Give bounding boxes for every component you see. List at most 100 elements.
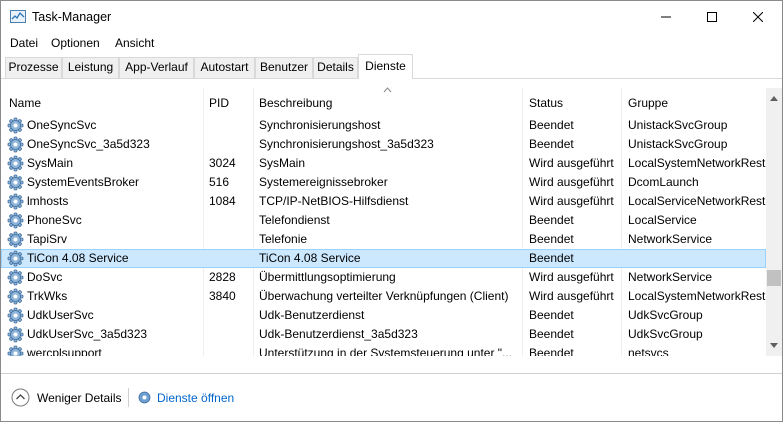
service-gear-icon xyxy=(7,250,24,267)
service-description: TiCon 4.08 Service xyxy=(259,251,361,265)
service-row[interactable]: UdkUserSvc Udk-Benutzerdienst Beendet UdkSv… xyxy=(1,306,766,325)
column-header-group[interactable]: Gruppe xyxy=(628,96,668,110)
service-pid: 3024 xyxy=(209,156,236,170)
footer-divider xyxy=(128,388,129,407)
column-header-name[interactable]: Name xyxy=(9,96,41,110)
title-bar[interactable]: Task-Manager xyxy=(1,1,782,32)
service-row[interactable]: DoSvc 2828 Übermittlungsoptimierung Wird au… xyxy=(1,268,766,287)
service-description: Telefonie xyxy=(259,232,308,246)
service-name: TrkWks xyxy=(27,289,68,303)
service-description: SysMain xyxy=(259,156,306,170)
tab-bar: Prozesse Leistung App-Verlauf Autostart … xyxy=(1,54,782,79)
service-group: UdkSvcGroup xyxy=(628,327,703,341)
service-row[interactable]: OneSyncSvc_3a5d323 Synchronisierungshost_… xyxy=(1,135,766,154)
service-group: LocalService xyxy=(628,213,697,227)
service-name: TiCon 4.08 Service xyxy=(27,251,129,265)
service-status: Beendet xyxy=(529,137,574,151)
service-group: LocalServiceNetworkRestri xyxy=(628,194,766,208)
scroll-down-icon[interactable] xyxy=(770,343,778,349)
service-description: Synchronisierungshost_3a5d323 xyxy=(259,137,434,151)
service-description: Unterstützung in der Systemsteuerung unt… xyxy=(259,346,513,356)
service-status: Beendet xyxy=(529,251,574,265)
vertical-scrollbar[interactable] xyxy=(766,88,782,356)
service-pid: 3840 xyxy=(209,289,236,303)
service-description: Überwachung verteilter Verknüpfungen (Cl… xyxy=(259,289,509,303)
maximize-button[interactable] xyxy=(689,1,735,32)
service-group: DcomLaunch xyxy=(628,175,699,189)
service-pid: 2828 xyxy=(209,270,236,284)
service-row[interactable]: SystemEventsBroker 516 Systemereignissebro… xyxy=(1,173,766,192)
fewer-details-link[interactable]: Weniger Details xyxy=(37,391,121,405)
service-name: OneSyncSvc_3a5d323 xyxy=(27,137,150,151)
minimize-icon xyxy=(661,16,671,17)
service-gear-icon xyxy=(7,231,24,248)
service-row[interactable]: lmhosts 1084 TCP/IP-NetBIOS-Hilfsdienst Wir… xyxy=(1,192,766,211)
close-button[interactable] xyxy=(735,1,781,32)
menu-optionen[interactable]: Optionen xyxy=(51,36,100,50)
close-icon xyxy=(753,11,763,22)
service-row[interactable]: TapiSrv Telefonie Beendet NetworkService xyxy=(1,230,766,249)
service-group: LocalSystemNetworkRestri xyxy=(628,156,766,170)
services-gear-icon xyxy=(138,391,151,404)
service-name: PhoneSvc xyxy=(27,213,82,227)
menu-bar: Datei Optionen Ansicht xyxy=(1,32,782,54)
tab-benutzer[interactable]: Benutzer xyxy=(255,57,313,78)
service-gear-icon xyxy=(7,136,24,153)
service-gear-icon xyxy=(7,288,24,305)
service-gear-icon xyxy=(7,174,24,191)
service-group: NetworkService xyxy=(628,270,713,284)
scroll-thumb[interactable] xyxy=(767,270,781,286)
task-manager-window: Task-Manager Datei Optionen Ansicht Proz… xyxy=(0,0,783,422)
service-status: Wird ausgeführt xyxy=(529,289,614,303)
collapse-chevron-icon[interactable] xyxy=(11,388,30,407)
service-name: TapiSrv xyxy=(27,232,68,246)
service-description: Telefondienst xyxy=(259,213,330,227)
service-group: LocalSystemNetworkRestri xyxy=(628,289,766,303)
service-name: SysMain xyxy=(27,156,74,170)
service-pid: 1084 xyxy=(209,194,236,208)
service-name: DoSvc xyxy=(27,270,63,284)
service-gear-icon xyxy=(7,345,24,356)
column-header-description[interactable]: Beschreibung xyxy=(259,96,332,110)
service-description: Systemereignissebroker xyxy=(259,175,388,189)
service-row[interactable]: SysMain 3024 SysMain Wird ausgeführt LocalSy… xyxy=(1,154,766,173)
service-row[interactable]: TiCon 4.08 Service TiCon 4.08 Service Been… xyxy=(1,249,766,268)
service-status: Wird ausgeführt xyxy=(529,194,614,208)
service-description: Übermittlungsoptimierung xyxy=(259,270,396,284)
service-row[interactable]: UdkUserSvc_3a5d323 Udk-Benutzerdienst_3a5… xyxy=(1,325,766,344)
service-name: OneSyncSvc xyxy=(27,118,97,132)
service-row[interactable]: PhoneSvc Telefondienst Beendet LocalService xyxy=(1,211,766,230)
open-services-link[interactable]: Dienste öffnen xyxy=(157,391,234,405)
service-status: Beendet xyxy=(529,118,574,132)
menu-ansicht[interactable]: Ansicht xyxy=(115,36,154,50)
tab-details[interactable]: Details xyxy=(313,57,358,78)
service-gear-icon xyxy=(7,212,24,229)
maximize-icon xyxy=(707,11,717,22)
service-description: Udk-Benutzerdienst xyxy=(259,308,365,322)
service-gear-icon xyxy=(7,117,24,134)
window-title: Task-Manager xyxy=(32,10,112,24)
service-name: SystemEventsBroker xyxy=(27,175,140,189)
tab-app-verlauf[interactable]: App-Verlauf xyxy=(119,57,194,78)
column-header-row: Name PID Beschreibung Status Gruppe xyxy=(1,87,766,116)
service-row[interactable]: OneSyncSvc Synchronisierungshost Beendet Un… xyxy=(1,116,766,135)
service-status: Beendet xyxy=(529,346,574,356)
service-group: NetworkService xyxy=(628,232,713,246)
tab-prozesse[interactable]: Prozesse xyxy=(5,57,62,78)
service-status: Wird ausgeführt xyxy=(529,270,614,284)
service-status: Wird ausgeführt xyxy=(529,156,614,170)
service-row[interactable]: TrkWks 3840 Überwachung verteilter Verknüp… xyxy=(1,287,766,306)
service-row[interactable]: wercplsupport Unterstützung in der System… xyxy=(1,344,766,356)
tab-dienste[interactable]: Dienste xyxy=(358,54,413,79)
tab-autostart[interactable]: Autostart xyxy=(194,57,255,78)
column-header-status[interactable]: Status xyxy=(529,96,563,110)
service-group: UnistackSvcGroup xyxy=(628,137,728,151)
minimize-button[interactable] xyxy=(643,1,689,32)
service-description: Synchronisierungshost xyxy=(259,118,381,132)
scroll-up-icon[interactable] xyxy=(770,95,778,101)
service-name: lmhosts xyxy=(27,194,69,208)
service-group: UnistackSvcGroup xyxy=(628,118,728,132)
tab-leistung[interactable]: Leistung xyxy=(62,57,119,78)
menu-datei[interactable]: Datei xyxy=(10,36,38,50)
column-header-pid[interactable]: PID xyxy=(209,96,229,110)
